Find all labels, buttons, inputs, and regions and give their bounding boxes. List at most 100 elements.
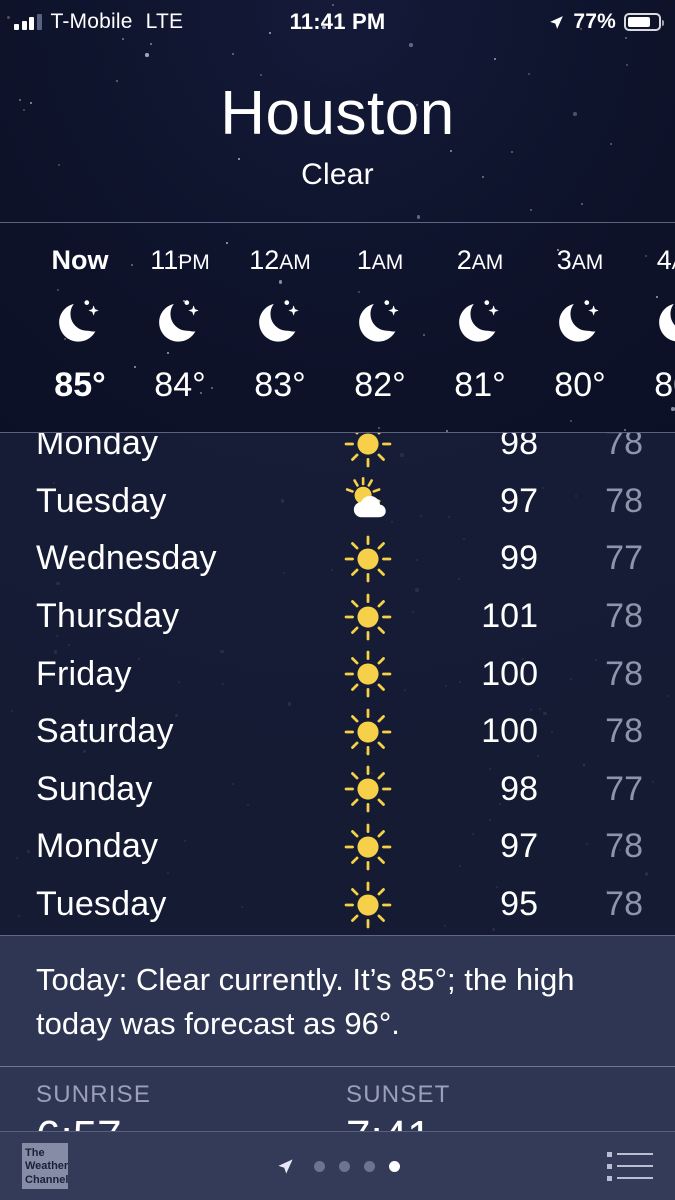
logo-line-3: Channel: [25, 1173, 69, 1186]
list-icon: [607, 1151, 653, 1157]
status-bar-right: 77%: [548, 10, 664, 34]
daily-high-temp: 97: [500, 827, 538, 866]
hourly-time: 3AM: [556, 245, 604, 275]
sun-icon: [344, 593, 392, 640]
daily-day-label: Friday: [36, 654, 132, 693]
current-condition-label: Clear: [301, 158, 374, 192]
hourly-temperature: 80°: [654, 366, 675, 404]
daily-condition-icon: [308, 763, 428, 815]
table-row: Monday 98 78: [0, 433, 675, 473]
table-row: Monday 97 78: [0, 818, 675, 876]
daily-low-temp: 78: [605, 885, 643, 924]
list-icon-row-3: [607, 1175, 653, 1181]
table-row: Thursday 101 78: [0, 588, 675, 646]
hourly-condition-icon: [30, 288, 130, 358]
bottom-toolbar: The Weather Channel: [0, 1132, 675, 1200]
page-dot-4[interactable]: [388, 1160, 400, 1172]
daily-day-label: Monday: [36, 827, 159, 866]
hourly-item-4: 2AM 81°: [430, 223, 530, 405]
sunset-label: SUNSET: [346, 1081, 451, 1108]
location-arrow-icon: [550, 15, 564, 29]
moon-stars-icon: [59, 300, 99, 342]
daily-condition-icon: [308, 879, 428, 931]
hourly-temperature: 83°: [254, 366, 306, 404]
weather-channel-logo[interactable]: The Weather Channel: [22, 1143, 68, 1189]
page-title: Houston: [220, 79, 455, 148]
table-row: Saturday 100 78: [0, 703, 675, 761]
page-dot-3[interactable]: [363, 1160, 375, 1172]
status-bar: T-Mobile LTE 11:41 PM 77%: [0, 0, 675, 44]
divider-summary-top: [0, 935, 675, 936]
daily-high-temp: 98: [500, 769, 538, 808]
sunset-value: 7:41: [346, 1115, 656, 1132]
page-dot-1[interactable]: [313, 1160, 325, 1172]
hourly-temperature: 80°: [554, 366, 606, 404]
sun-icon: [344, 708, 392, 756]
hourly-item-5: 3AM 80°: [530, 223, 630, 405]
hourly-temperature: 82°: [354, 366, 406, 404]
hourly-item-1: 11PM 84°: [130, 223, 230, 405]
daily-high-temp: 99: [500, 539, 538, 578]
hourly-item-2: 12AM 83°: [230, 223, 330, 405]
table-row: Friday 100 78: [0, 645, 675, 703]
sun-icon: [344, 766, 392, 813]
daily-summary-panel: Today: Clear currently. It’s 85°; the hi…: [0, 936, 675, 1067]
daily-low-temp: 78: [605, 597, 643, 636]
daily-low-temp: 78: [605, 654, 643, 693]
hourly-item-0: Now 85°: [30, 223, 130, 405]
daily-day-label: Sunday: [36, 769, 153, 808]
battery-percent-label: 77%: [573, 10, 616, 33]
hourly-condition-icon: [630, 288, 675, 358]
daily-low-temp: 78: [605, 481, 643, 520]
hourly-forecast-strip[interactable]: Now85°11PM84°12AM83°1AM82°2AM81°3AM80°4A…: [0, 223, 675, 433]
hourly-time: 11PM: [150, 245, 210, 275]
battery-icon: [624, 13, 664, 31]
daily-condition-icon: [308, 821, 428, 873]
hourly-condition-icon: [130, 288, 230, 358]
divider-daily-top: [0, 432, 675, 433]
logo-line-2: Weather: [25, 1160, 69, 1173]
page-dot-2[interactable]: [338, 1160, 350, 1172]
sun-icon: [344, 823, 392, 871]
daily-forecast-list[interactable]: Monday 98 78 Tuesday 97 78 Wednesday 99 77 Thursd…: [0, 433, 675, 936]
hourly-time: Now: [51, 245, 109, 275]
table-row: Sunday 98 77: [0, 761, 675, 819]
sun-icon: [344, 881, 392, 928]
moon-stars-icon: [159, 300, 199, 342]
sun-cloud-icon: [345, 477, 386, 518]
hourly-temperature: 85°: [54, 366, 106, 404]
moon-stars-icon: [559, 300, 599, 342]
hourly-condition-icon: [530, 288, 630, 358]
sun-icon: [344, 535, 392, 583]
daily-low-temp: 78: [605, 433, 643, 463]
table-row: Tuesday 95 78: [0, 876, 675, 934]
daily-condition-icon: [308, 475, 428, 527]
sunrise-label: SUNRISE: [36, 1081, 152, 1108]
daily-condition-icon: [308, 533, 428, 585]
list-icon-row-2: [607, 1163, 653, 1169]
daily-high-temp: 101: [481, 597, 538, 636]
signal-bars-icon: [14, 14, 42, 30]
daily-day-label: Tuesday: [36, 885, 167, 924]
table-row: Wednesday 99 77: [0, 530, 675, 588]
sun-times-panel: SUNRISE 6:57 SUNSET 7:41: [0, 1067, 675, 1131]
moon-stars-icon: [459, 300, 499, 342]
hourly-time: 2AM: [456, 245, 504, 275]
location-arrow-icon: [277, 1158, 293, 1174]
daily-day-label: Saturday: [36, 712, 174, 751]
daily-condition-icon: [308, 706, 428, 758]
moon-stars-icon: [359, 300, 399, 342]
hourly-temperature: 84°: [154, 366, 206, 404]
network-type-label: LTE: [145, 10, 184, 33]
daily-low-temp: 78: [605, 712, 643, 751]
daily-day-label: Monday: [36, 433, 159, 463]
hourly-item-3: 1AM 82°: [330, 223, 430, 405]
carrier-label: T-Mobile: [50, 10, 133, 33]
weather-app-screen: T-Mobile LTE 11:41 PM 77% Houston Clear …: [0, 0, 675, 1200]
daily-condition-icon: [308, 591, 428, 643]
sun-icon: [344, 650, 392, 698]
moon-stars-icon: [259, 300, 299, 342]
hourly-condition-icon: [430, 288, 530, 358]
city-list-button[interactable]: [607, 1151, 653, 1181]
daily-condition-icon: [308, 433, 428, 470]
